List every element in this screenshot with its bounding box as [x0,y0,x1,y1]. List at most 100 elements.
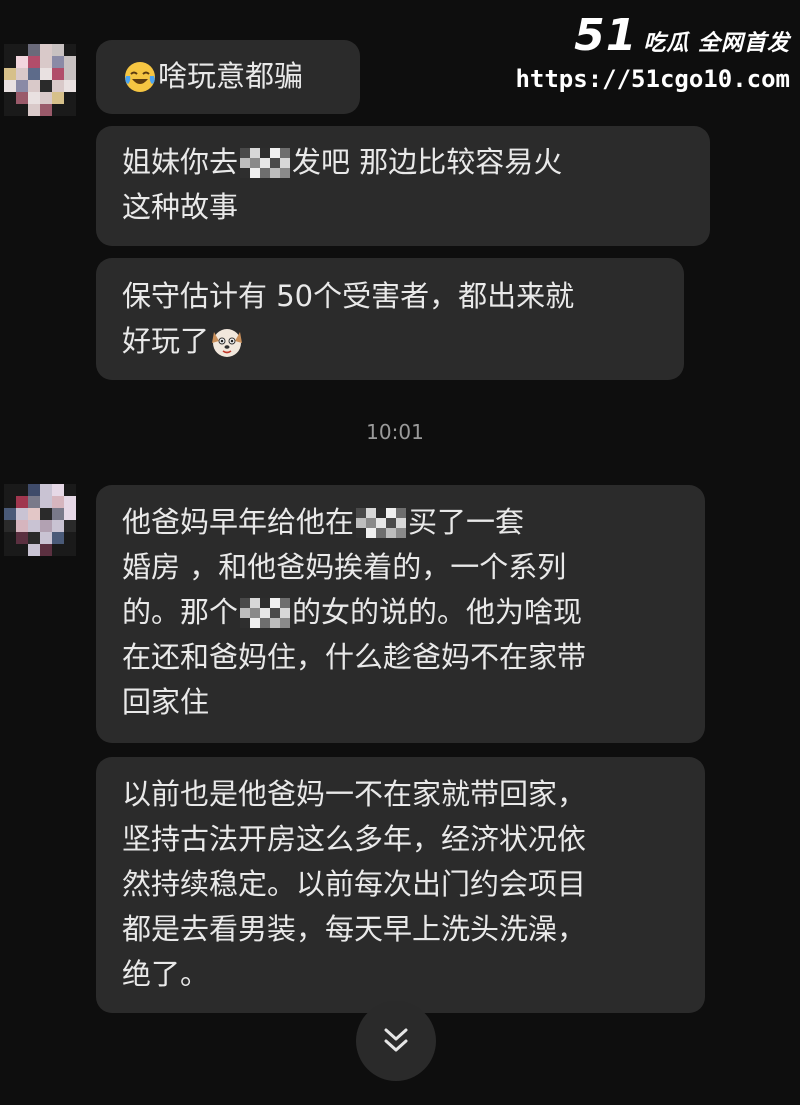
avatar-pixel [16,520,28,532]
avatar-pixel [28,520,40,532]
double-chevron-down-icon [384,1028,408,1052]
message-text: 他爸妈早年给他在 [122,505,355,539]
message-text: 买了一套 [408,505,525,539]
avatar-pixel [64,56,76,68]
avatar-pixel [16,44,28,56]
message-text: 啥玩意都骗 [158,59,304,93]
message-text-line: 保守估计有 50个受害者，都出来就 [122,274,684,319]
avatar-pixel [52,520,64,532]
avatar-pixel [40,484,52,496]
avatar-pixel [40,520,52,532]
avatar-pixel [40,496,52,508]
avatar-pixel [52,56,64,68]
avatar-pixel [4,508,16,520]
avatar-pixel [64,68,76,80]
message-text-line: 姐妹你去 发吧 那边比较容易火 [122,140,710,185]
avatar-pixel [28,92,40,104]
avatar-pixel [64,496,76,508]
avatar-pixel [52,484,64,496]
message-text: 这种故事 [122,190,239,224]
message-bubble[interactable]: 姐妹你去 发吧 那边比较容易火这种故事 [96,126,710,246]
redacted-mosaic [240,597,291,628]
message-text-line: 回家住 [122,680,705,725]
avatar-pixel [64,544,76,556]
avatar-pixel [28,44,40,56]
avatar-pixel [40,68,52,80]
avatar-pixel [4,68,16,80]
message-bubble[interactable]: 他爸妈早年给他在 买了一套婚房 ，和他爸妈挨着的，一个系列 的。那个 的女的说的。他为… [96,485,705,743]
avatar-pixel [28,68,40,80]
message-bubble[interactable]: 以前也是他爸妈一不在家就带回家， 坚持古法开房这么多年，经济状况依 然持续稳定。以前… [96,757,705,1013]
watermark-brand-text: 吃瓜 全网首发 [643,31,790,56]
avatar-pixel [52,508,64,520]
timestamp-divider: 10:01 [366,420,424,444]
avatar-pixel [28,484,40,496]
avatar-pixel [16,496,28,508]
redacted-mosaic [240,147,291,178]
avatar-pixel [4,496,16,508]
message-bubble[interactable]: 保守估计有 50个受害者，都出来就 好玩了 [96,258,684,380]
message-text-line: 好玩了 [122,319,684,364]
avatar-pixel [64,520,76,532]
message-text: 的。那个 [122,595,239,629]
avatar-pixel [4,56,16,68]
watermark-url: https://51cgo10.com [515,65,790,93]
avatar-pixel [40,80,52,92]
avatar-pixel [64,508,76,520]
avatar-pixel [28,496,40,508]
laughing-crying-emoji-icon [125,61,155,92]
avatar-pixel [4,544,16,556]
contact-avatar[interactable] [4,484,76,556]
avatar-pixel [16,104,28,116]
message-text-line: 的。那个 的女的说的。他为啥现 [122,590,705,635]
message-text: 婚房 ，和他爸妈挨着的，一个系列 [122,550,567,584]
avatar-pixel [52,496,64,508]
avatar-pixel [16,92,28,104]
avatar-pixel [28,104,40,116]
avatar-pixel [4,104,16,116]
redacted-mosaic [356,507,407,538]
avatar-pixel [28,508,40,520]
avatar-pixel [64,104,76,116]
message-text-line: 然持续稳定。以前每次出门约会项目 [122,862,705,907]
avatar-pixel [16,80,28,92]
avatar-pixel [64,484,76,496]
dog-face-emoji-icon [212,328,243,357]
avatar-pixel [16,56,28,68]
watermark-brand-number: 51 [574,10,638,61]
contact-avatar[interactable] [4,44,76,116]
avatar-pixel [4,92,16,104]
avatar-pixel [40,56,52,68]
message-text-line: 这种故事 [122,185,710,230]
watermark-logo: 51 吃瓜 全网首发 https://51cgo10.com [515,10,790,93]
avatar-pixel [52,544,64,556]
message-text: 然持续稳定。以前每次出门约会项目 [122,867,587,901]
avatar-pixel [52,80,64,92]
avatar-pixel [52,532,64,544]
avatar-pixel [40,92,52,104]
avatar-pixel [16,544,28,556]
avatar-pixel [40,104,52,116]
message-text: 发吧 那边比较容易火 [292,145,563,179]
avatar-pixel [52,44,64,56]
message-text: 好玩了 [122,324,210,358]
avatar-pixel [16,508,28,520]
avatar-pixel [40,44,52,56]
message-text: 回家住 [122,685,210,719]
message-text: 姐妹你去 [122,145,239,179]
message-text: 坚持古法开房这么多年，经济状况依 [122,822,587,856]
scroll-to-bottom-button[interactable] [356,1001,436,1081]
message-text-line: 婚房 ，和他爸妈挨着的，一个系列 [122,545,705,590]
avatar-pixel [28,56,40,68]
message-text: 的女的说的。他为啥现 [292,595,583,629]
avatar-pixel [28,544,40,556]
message-text-line: 绝了。 [122,952,705,997]
avatar-pixel [16,532,28,544]
message-text: 保守估计有 50个受害者，都出来就 [122,279,575,313]
avatar-pixel [64,532,76,544]
message-text-line: 他爸妈早年给他在 买了一套 [122,500,705,545]
avatar-pixel [4,520,16,532]
avatar-pixel [28,80,40,92]
message-text: 以前也是他爸妈一不在家就带回家， [122,777,587,811]
message-bubble[interactable]: 啥玩意都骗 [96,40,360,114]
